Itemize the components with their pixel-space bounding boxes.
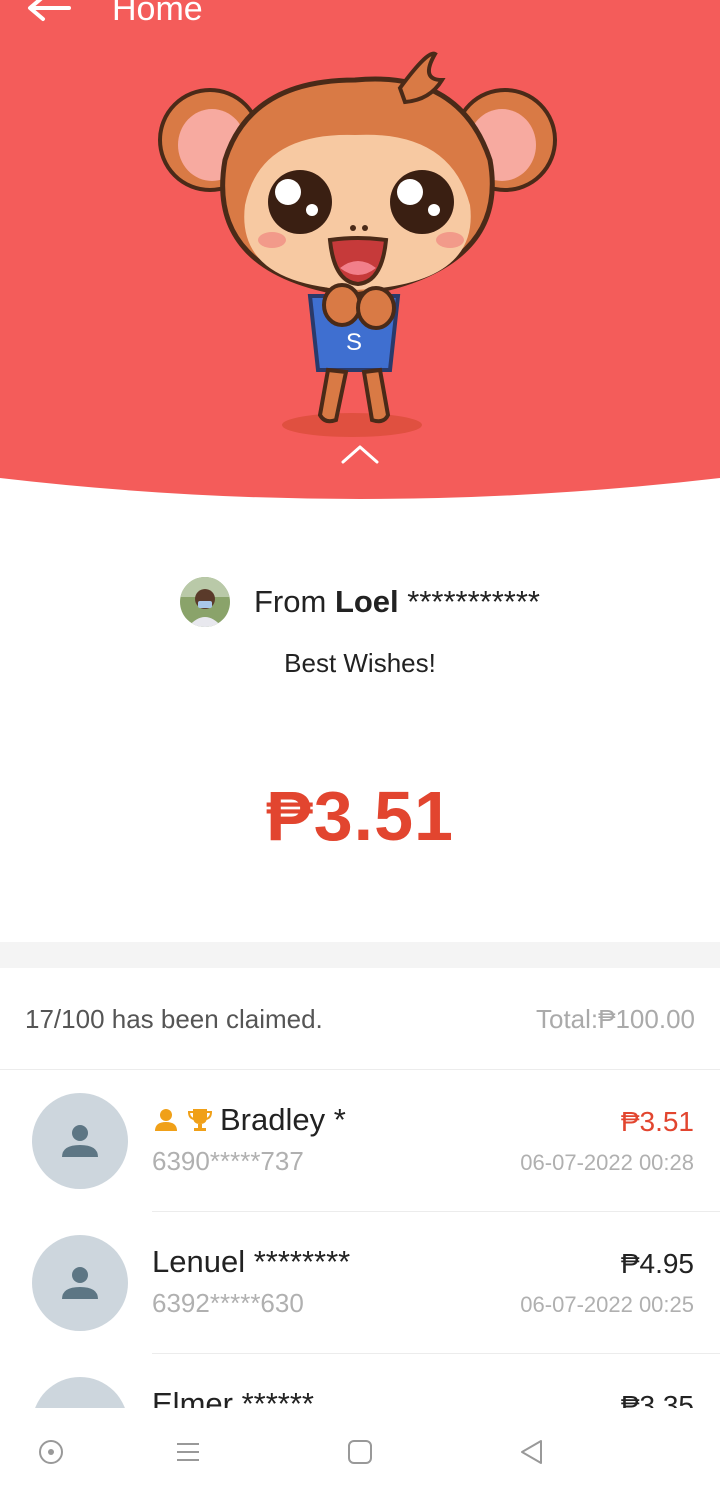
svg-text:S: S — [346, 329, 362, 356]
claimed-count: 17/100 has been claimed. — [25, 1004, 323, 1034]
page-title: Home — [112, 0, 203, 28]
claimer-phone: 6392*****630 — [152, 1288, 304, 1318]
claimer-phone: 6390*****737 — [152, 1146, 304, 1176]
claim-time: 06-07-2022 00:25 — [520, 1292, 694, 1317]
back-nav-button[interactable] — [511, 1432, 551, 1472]
avatar-photo-icon — [179, 577, 230, 627]
sender-line: From Loel *********** — [254, 584, 540, 620]
total-amount: Total:₱100.00 — [535, 1004, 695, 1034]
back-triangle-icon — [521, 1440, 542, 1464]
avatar — [32, 1235, 128, 1331]
home-button[interactable] — [340, 1432, 380, 1472]
sender-masked: *********** — [407, 584, 541, 619]
claim-amount: ₱3.35 — [620, 1390, 694, 1408]
user-icon — [62, 1267, 98, 1299]
menu-button[interactable] — [168, 1432, 208, 1472]
list-item[interactable]: Elmer ****** ₱3.35 — [0, 1354, 720, 1408]
claim-time: 06-07-2022 00:28 — [520, 1150, 694, 1175]
claimer-name-text: Lenuel ******** — [152, 1244, 351, 1279]
menu-icon — [177, 1443, 199, 1461]
top-bar: Home — [0, 0, 720, 40]
collapse-button[interactable] — [336, 438, 384, 470]
claimer-name: Bradley * — [152, 1102, 346, 1138]
assistant-button[interactable] — [31, 1432, 71, 1472]
greeting-message: Best Wishes! — [284, 648, 436, 678]
avatar — [32, 1377, 128, 1408]
trophy-icon — [186, 1106, 214, 1134]
person-badge-icon — [152, 1106, 180, 1134]
claimer-name: Elmer ****** — [152, 1386, 314, 1408]
claimer-name-text: Elmer ****** — [152, 1386, 314, 1408]
back-button[interactable] — [20, 0, 76, 36]
sender-name: Loel — [334, 584, 399, 619]
claim-amount: ₱4.95 — [620, 1248, 694, 1279]
list-item[interactable]: Lenuel ******** 6392*****630 ₱4.95 06-07… — [0, 1212, 720, 1354]
claimer-name: Lenuel ******** — [152, 1244, 350, 1280]
claim-amount: ₱3.51 — [620, 1106, 694, 1137]
chevron-up-icon — [341, 445, 379, 464]
user-icon — [62, 1125, 98, 1157]
circle-dot-icon — [39, 1440, 63, 1464]
section-divider — [0, 942, 720, 968]
square-icon — [348, 1440, 372, 1464]
claimer-name-text: Bradley * — [220, 1102, 346, 1137]
avatar — [32, 1093, 128, 1189]
hero-banner: Home S — [0, 0, 720, 505]
received-amount: ₱3.51 — [266, 777, 454, 855]
monkey-mascot-illustration: S — [158, 51, 557, 437]
sender-avatar — [179, 577, 230, 627]
claims-list[interactable]: Bradley * 6390*****737 ₱3.51 06-07-2022 … — [0, 1070, 720, 1408]
arrow-left-icon — [28, 0, 71, 21]
claim-summary: 17/100 has been claimed. Total:₱100.00 — [0, 968, 720, 1070]
system-nav-bar — [0, 1408, 720, 1496]
sender-prefix: From — [253, 584, 327, 619]
list-item[interactable]: Bradley * 6390*****737 ₱3.51 06-07-2022 … — [0, 1070, 720, 1212]
sender-info: From Loel *********** — [0, 572, 720, 632]
